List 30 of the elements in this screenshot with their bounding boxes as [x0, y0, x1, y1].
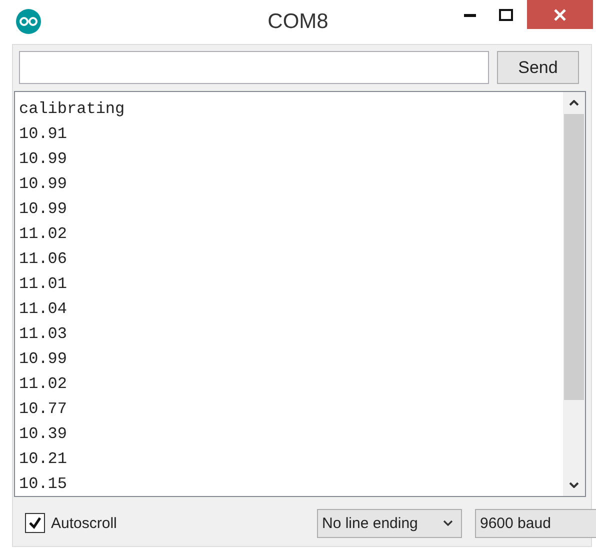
output-line: 11.04	[19, 299, 68, 320]
maximize-icon	[499, 9, 513, 21]
close-button[interactable]	[527, 0, 593, 29]
close-icon	[553, 8, 567, 22]
output-line: 10.77	[19, 399, 68, 420]
output-line: calibrating	[19, 99, 126, 120]
send-button[interactable]: Send	[497, 51, 579, 84]
output-line: 10.39	[19, 424, 68, 445]
message-input-field[interactable]	[19, 51, 489, 84]
line-ending-dropdown[interactable]: No line ending	[317, 508, 462, 538]
output-line: 10.99	[19, 199, 68, 220]
output-line: 11.02	[19, 224, 68, 245]
output-line: 10.21	[19, 449, 68, 470]
chevron-down-icon	[443, 520, 453, 526]
output-line: 10.99	[19, 349, 68, 370]
output-line: 11.02	[19, 374, 68, 395]
output-line: 10.99	[19, 149, 68, 170]
output-line: 10.99	[19, 174, 68, 195]
autoscroll-checkbox[interactable]	[25, 513, 45, 533]
output-line: 10.15	[19, 474, 68, 495]
output-line: 11.03	[19, 324, 68, 345]
output-line: 11.01	[19, 274, 68, 295]
window-title: COM8	[268, 10, 328, 34]
autoscroll-label: Autoscroll	[51, 514, 117, 532]
minimize-icon	[464, 14, 476, 16]
output-line: 11.06	[19, 249, 68, 270]
baud-rate-dropdown[interactable]: 9600 baud	[475, 508, 596, 538]
app-logo-icon	[16, 9, 41, 34]
scrollbar-thumb[interactable]	[564, 114, 584, 400]
output-line: 10.91	[19, 124, 68, 145]
